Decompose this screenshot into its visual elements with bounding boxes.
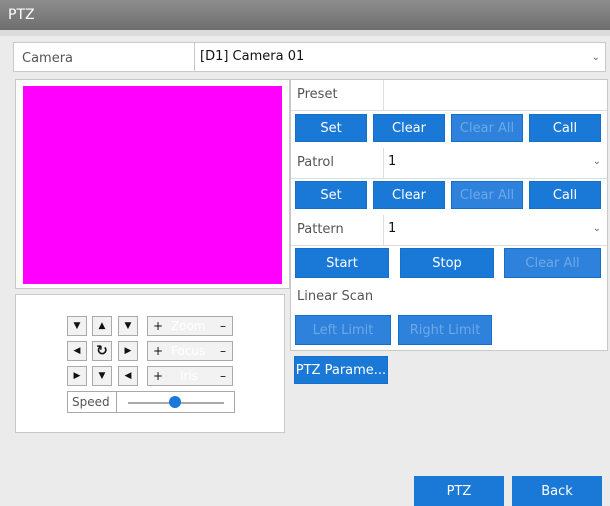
iris-open-button[interactable]: +	[153, 369, 163, 383]
auto-scan-button[interactable]: ↻	[92, 341, 112, 361]
patrol-set-button[interactable]: Set	[295, 181, 367, 209]
arrow-left-icon: ◀	[124, 371, 132, 381]
camera-value: [D1] Camera 01	[200, 49, 305, 64]
patrol-call-button[interactable]: Call	[529, 181, 601, 209]
camera-label: Camera	[22, 51, 74, 66]
pattern-start-button[interactable]: Start	[295, 248, 389, 278]
patrol-clear-button[interactable]: Clear	[373, 181, 445, 209]
preset-set-button[interactable]: Set	[295, 114, 367, 142]
arrow-down-icon: ▼	[98, 371, 106, 381]
speed-control: Speed	[67, 391, 235, 413]
left-limit-button[interactable]: Left Limit	[295, 315, 391, 345]
preset-clear-button[interactable]: Clear	[373, 114, 445, 142]
pattern-value: 1	[388, 221, 397, 236]
pattern-stop-button[interactable]: Stop	[400, 248, 494, 278]
patrol-value: 1	[388, 154, 397, 169]
arrow-right-icon: ▶	[124, 346, 132, 356]
pattern-row[interactable]: Pattern 1 ⌄	[291, 215, 607, 246]
direction-down-right-button[interactable]: ◀	[118, 366, 138, 386]
title-bar: PTZ	[0, 0, 610, 30]
linear-scan-row: Linear Scan	[291, 282, 607, 312]
ptz-parameters-button[interactable]: PTZ Parame...	[294, 356, 388, 384]
zoom-out-button[interactable]: –	[220, 319, 226, 333]
chevron-down-icon: ⌄	[591, 52, 600, 63]
focus-control: + Focus –	[147, 341, 233, 361]
divider	[383, 80, 384, 110]
speed-slider-handle[interactable]	[169, 396, 181, 408]
direction-up-left-button[interactable]: ▼	[67, 316, 87, 336]
direction-left-button[interactable]: ◀	[67, 341, 87, 361]
iris-control: + Iris –	[147, 366, 233, 386]
direction-up-button[interactable]: ▲	[92, 316, 112, 336]
iris-close-button[interactable]: –	[220, 369, 226, 383]
divider	[383, 215, 384, 245]
pattern-clear-all-button[interactable]: Clear All	[504, 248, 601, 278]
preset-input[interactable]	[388, 86, 598, 106]
linear-scan-label: Linear Scan	[297, 289, 374, 304]
preset-clear-all-button[interactable]: Clear All	[451, 114, 523, 142]
speed-label: Speed	[72, 395, 110, 409]
direction-up-right-button[interactable]: ▼	[118, 316, 138, 336]
back-button[interactable]: Back	[512, 476, 602, 506]
arrow-down-icon: ▼	[124, 321, 132, 331]
direction-right-button[interactable]: ▶	[118, 341, 138, 361]
divider	[116, 392, 117, 412]
focus-near-button[interactable]: +	[153, 344, 163, 358]
live-preview	[23, 86, 282, 284]
ptz-button[interactable]: PTZ	[414, 476, 504, 506]
zoom-control: + Zoom –	[147, 316, 233, 336]
arrow-left-icon: ◀	[73, 346, 81, 356]
arrow-right-icon: ▶	[73, 371, 81, 381]
patrol-row[interactable]: Patrol 1 ⌄	[291, 148, 607, 179]
divider	[194, 43, 195, 71]
direction-down-left-button[interactable]: ▶	[67, 366, 87, 386]
arrow-up-icon: ▲	[98, 321, 106, 331]
iris-label: Iris	[180, 369, 199, 383]
divider	[383, 148, 384, 178]
patrol-label: Patrol	[297, 155, 334, 170]
arrow-down-icon: ▼	[73, 321, 81, 331]
chevron-down-icon: ⌄	[592, 223, 601, 234]
right-limit-button[interactable]: Right Limit	[398, 315, 492, 345]
preview-panel	[15, 79, 290, 289]
focus-label: Focus	[171, 344, 206, 358]
zoom-label: Zoom	[171, 319, 206, 333]
patrol-clear-all-button[interactable]: Clear All	[451, 181, 523, 209]
rotate-icon: ↻	[96, 343, 108, 359]
preset-call-button[interactable]: Call	[529, 114, 601, 142]
pattern-label: Pattern	[297, 222, 344, 237]
window-title: PTZ	[8, 7, 35, 23]
preset-row: Preset	[291, 80, 607, 111]
focus-far-button[interactable]: –	[220, 344, 226, 358]
title-divider	[0, 30, 610, 36]
camera-selector[interactable]: Camera [D1] Camera 01 ⌄	[13, 42, 606, 72]
zoom-in-button[interactable]: +	[153, 319, 163, 333]
chevron-down-icon: ⌄	[592, 156, 601, 167]
preset-label: Preset	[297, 87, 338, 102]
direction-down-button[interactable]: ▼	[92, 366, 112, 386]
